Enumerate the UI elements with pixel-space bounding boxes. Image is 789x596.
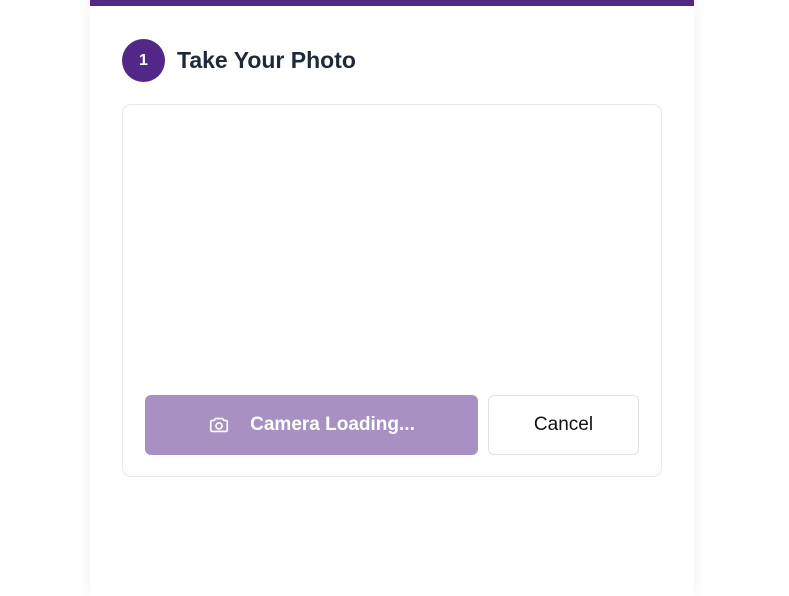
- page: 1 Take Your Photo Camera Loading... Canc…: [0, 0, 789, 596]
- camera-preview: [145, 121, 639, 386]
- step-title: Take Your Photo: [177, 47, 356, 73]
- cancel-button[interactable]: Cancel: [488, 395, 639, 455]
- camera-icon: [208, 414, 230, 436]
- photo-step-card: 1 Take Your Photo Camera Loading... Canc…: [90, 0, 694, 596]
- step-header: 1 Take Your Photo: [122, 39, 356, 82]
- capture-photo-button[interactable]: Camera Loading...: [145, 395, 478, 455]
- cancel-button-label: Cancel: [533, 414, 594, 435]
- camera-panel: Camera Loading... Cancel: [122, 104, 662, 477]
- capture-button-label: Camera Loading...: [250, 414, 415, 435]
- step-number-badge: 1: [122, 39, 165, 82]
- card-accent-bar: [90, 0, 694, 6]
